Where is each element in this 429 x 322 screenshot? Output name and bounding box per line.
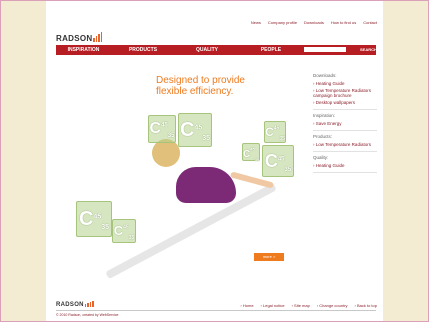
- top-nav-how-to-find-us[interactable]: How to find us: [331, 20, 356, 25]
- sidebar-link-desktop-wallpapers[interactable]: Desktop wallpapers: [313, 100, 377, 105]
- hero-headline-line1: Designed to provide: [156, 75, 245, 86]
- top-nav-company-profile[interactable]: Company profile: [268, 20, 297, 25]
- more-button[interactable]: more >: [254, 253, 284, 261]
- brand-logo[interactable]: RADSON: [56, 32, 103, 43]
- nav-inspiration[interactable]: INSPIRATION: [56, 47, 111, 53]
- top-nav-contact[interactable]: Contact: [363, 20, 377, 25]
- search-button[interactable]: SEARCH: [360, 47, 377, 52]
- sidebar-heading-downloads: Downloads:: [313, 73, 337, 78]
- temperature-badge: C4535: [76, 201, 112, 237]
- top-nav-news[interactable]: News: [251, 20, 261, 25]
- top-nav: News Company profile Downloads How to fi…: [251, 20, 377, 25]
- sidebar-link-heating-guide[interactable]: Heating Guide: [313, 81, 377, 86]
- sidebar-link-low-temperature-radiators[interactable]: Low Temperature Radiators: [313, 142, 377, 147]
- browser-frame: News Company profile Downloads How to fi…: [0, 0, 429, 322]
- sidebar-heading-inspiration: Inspiration:: [313, 113, 336, 118]
- search-input[interactable]: [304, 47, 346, 52]
- temperature-badge: C4535: [262, 145, 294, 177]
- temperature-badge: C4535: [148, 115, 176, 143]
- footer-logo[interactable]: RADSON: [56, 301, 94, 308]
- footer-divider: [56, 310, 376, 311]
- footer-link-legal-notice[interactable]: Legal notice: [261, 303, 285, 308]
- hero-headline-line2: flexible efficiency.: [156, 86, 234, 97]
- nav-quality[interactable]: QUALITY: [175, 47, 239, 53]
- footer-logo-text: RADSON: [56, 302, 84, 308]
- footer-logo-bars-icon: [84, 301, 94, 307]
- sidebar-link-campaign-brochure[interactable]: Low Temperature Radiators campaign broch…: [313, 88, 377, 98]
- footer-nav: Home Legal notice Site map Change countr…: [240, 303, 377, 308]
- divider: [313, 172, 377, 173]
- nav-products[interactable]: PRODUCTS: [111, 47, 175, 53]
- footer-link-back-to-top[interactable]: Back to top: [355, 303, 377, 308]
- logo-bars-icon: [93, 32, 103, 42]
- temperature-badge: C4535: [112, 219, 136, 243]
- sidebar: Downloads: Heating Guide Low Temperature…: [313, 73, 377, 176]
- temperature-badge: C4535: [178, 113, 212, 147]
- footer-link-site-map[interactable]: Site map: [292, 303, 310, 308]
- top-nav-downloads[interactable]: Downloads: [304, 20, 324, 25]
- temperature-badge: C4535: [264, 121, 286, 143]
- hero-headline: Designed to provide flexible efficiency.: [156, 75, 245, 97]
- nav-people[interactable]: PEOPLE: [239, 47, 303, 53]
- woman-image: [146, 137, 275, 207]
- web-page: News Company profile Downloads How to fi…: [46, 1, 383, 321]
- divider: [313, 151, 377, 152]
- sidebar-heading-quality: Quality:: [313, 155, 329, 160]
- divider: [313, 109, 377, 110]
- logo-text: RADSON: [56, 34, 93, 43]
- sidebar-link-heating-guide-quality[interactable]: Heating Guide: [313, 163, 377, 168]
- hero-banner: Designed to provide flexible efficiency.…: [56, 59, 310, 280]
- footer-link-home[interactable]: Home: [240, 303, 254, 308]
- footer-link-change-country[interactable]: Change country: [317, 303, 347, 308]
- copyright-text: © 2010 Radson, created by WebService: [56, 313, 119, 317]
- sidebar-heading-products: Products:: [313, 134, 333, 139]
- sidebar-link-save-energy[interactable]: Save Energy: [313, 121, 377, 126]
- temperature-badge: C4535: [242, 143, 260, 162]
- divider: [313, 130, 377, 131]
